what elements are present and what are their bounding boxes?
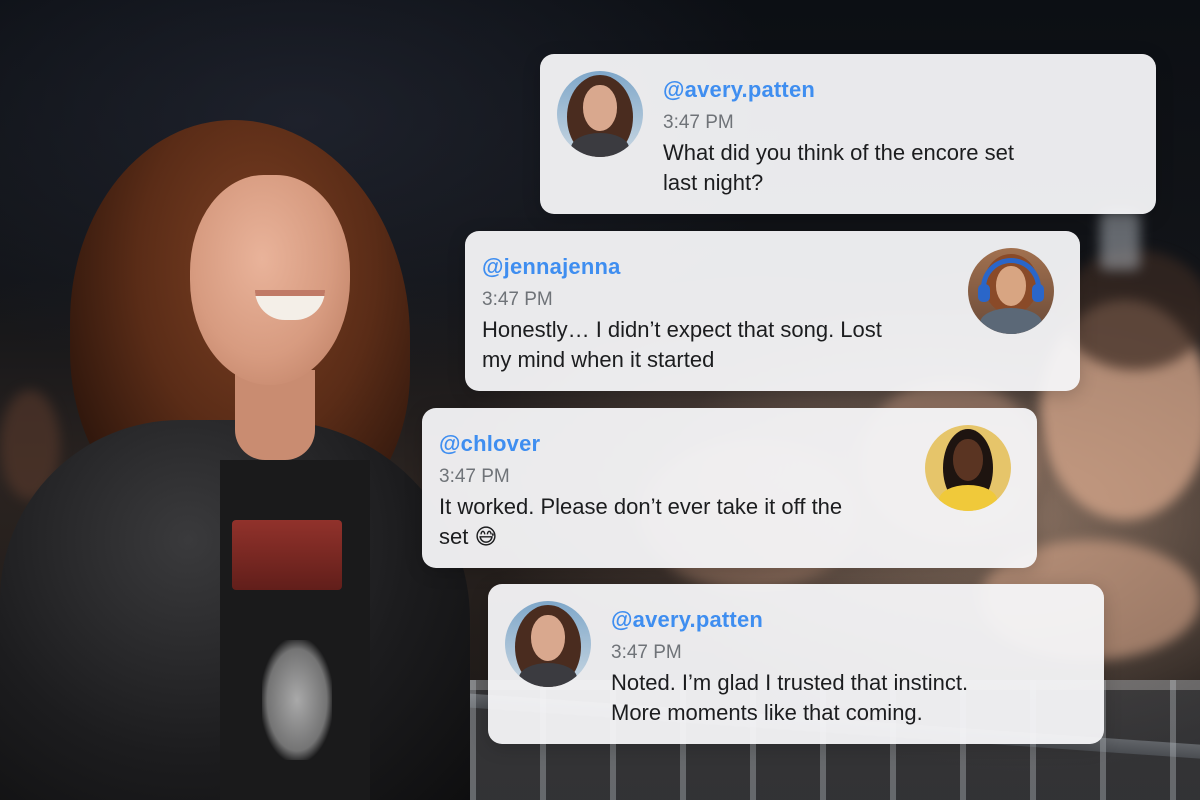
message-text-line: Noted. I’m glad I trusted that instinct. <box>611 670 969 695</box>
message-text-line: last night? <box>663 170 764 195</box>
message-text-line: Honestly… I didn’t expect that song. Los… <box>482 317 882 342</box>
message-handle[interactable]: @avery.patten <box>663 77 815 103</box>
message-text-line: set 😅 <box>439 524 498 549</box>
message-text-line: More moments like that coming. <box>611 700 923 725</box>
message-handle[interactable]: @jennajenna <box>482 254 621 280</box>
message-time: 3:47 PM <box>482 289 553 310</box>
message-text-line: What did you think of the encore set <box>663 140 1014 165</box>
message-handle[interactable]: @avery.patten <box>611 607 763 633</box>
message-text-line: my mind when it started <box>482 347 715 372</box>
avery-avatar-icon[interactable] <box>557 71 643 157</box>
chat-bubble-avery-1: @avery.patten 3:47 PM What did you think… <box>540 54 1156 214</box>
tee-skull-graphic <box>262 640 332 760</box>
chat-bubble-avery-2: @avery.patten 3:47 PM Noted. I’m glad I … <box>488 584 1104 744</box>
message-text-line: It worked. Please don’t ever take it off… <box>439 494 843 519</box>
phone-in-crowd <box>1100 210 1140 270</box>
chlover-avatar-icon[interactable] <box>925 425 1011 511</box>
message-time: 3:47 PM <box>611 642 682 663</box>
jennajenna-avatar-icon[interactable] <box>968 248 1054 334</box>
message-handle[interactable]: @chlover <box>439 431 540 457</box>
woman-face <box>190 175 350 385</box>
message-time: 3:47 PM <box>439 466 510 487</box>
message-time: 3:47 PM <box>663 112 734 133</box>
chat-bubble-jennajenna: @jennajenna 3:47 PM Honestly… I didn’t e… <box>465 231 1080 391</box>
chat-bubble-chlover: @chlover 3:47 PM It worked. Please don’t… <box>422 408 1037 568</box>
tee-graphic <box>232 520 342 590</box>
avery-avatar-icon[interactable] <box>505 601 591 687</box>
